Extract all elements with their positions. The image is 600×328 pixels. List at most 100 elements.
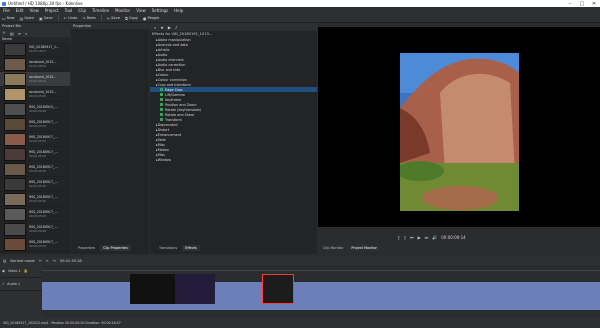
clip-item[interactable]: IMG_20180917_... 00:00:05:00 [0, 177, 70, 192]
menu-view[interactable]: View [29, 8, 39, 13]
clip-thumbnail [4, 207, 26, 221]
clip-item[interactable]: IMG_20180917_... 00:00:05:00 [0, 222, 70, 237]
clip-duration: 00:00:05:00 [29, 184, 47, 188]
menu-project[interactable]: Project [45, 8, 59, 13]
audio-icon[interactable]: ♪ [175, 25, 178, 30]
new-button[interactable]: ▭ New [2, 16, 15, 21]
select-icon[interactable]: ↖ [46, 259, 49, 263]
star-icon[interactable]: ★ [160, 25, 164, 30]
effect-label: Misc [157, 152, 166, 157]
save-button[interactable]: ▣ Save [39, 16, 53, 21]
zone-out-icon[interactable]: ⟧ [404, 235, 406, 240]
clip-thumbnail [4, 57, 26, 71]
maximize-icon[interactable]: □ [576, 1, 588, 7]
search-icon[interactable]: ⌕ [154, 25, 156, 30]
timeline-timecode[interactable]: 00:01:35:18 [60, 259, 82, 263]
track-icon[interactable]: ▤ [3, 259, 6, 263]
menu-settings[interactable]: Settings [152, 8, 168, 13]
open-button[interactable]: ▤ Open [20, 16, 34, 21]
volume-icon[interactable]: 🔊 [432, 235, 437, 240]
timeline-ruler[interactable] [42, 265, 600, 271]
monitor-screen[interactable] [318, 27, 600, 227]
video-icon[interactable]: ▶ [168, 25, 171, 30]
effect-icon [160, 93, 163, 96]
clip-item[interactable]: IMG_20180917_... 00:00:05:00 [0, 147, 70, 162]
clip-item[interactable]: rocsbund_1015... 00:00:05:00 [0, 72, 70, 87]
tab-clip-properties[interactable]: Clip Properties [100, 245, 131, 251]
clip-item[interactable]: IMG_20180917_... 00:00:05:00 [0, 207, 70, 222]
track-header-video1[interactable]: ◉ Video 1 🔒 [0, 265, 42, 278]
track-name: Audio 1 [7, 282, 21, 286]
menu-timeline[interactable]: Timeline [92, 8, 109, 13]
lock-icon[interactable]: 🔒 [24, 269, 28, 273]
effect-label: Alpha manipulation [157, 37, 191, 42]
redo-icon: ↷ [82, 15, 86, 21]
close-icon[interactable]: ✕ [588, 1, 600, 7]
effect-label: Colour [157, 72, 169, 77]
effect-icon [160, 108, 163, 111]
effect-label: Colour correction [157, 77, 187, 82]
copy-button[interactable]: ⧉ Copy [125, 16, 138, 21]
effect-label: Audio channels [157, 57, 184, 62]
menu-monitor[interactable]: Monitor [115, 8, 130, 13]
minimize-icon[interactable]: – [564, 1, 576, 7]
clip-item[interactable]: IMG_20180917_... 00:00:05:00 [0, 162, 70, 177]
save2-button[interactable]: ✂ Save [107, 16, 120, 21]
effect-label: Window [157, 157, 172, 162]
menu-file[interactable]: File [3, 8, 10, 13]
tab-properties[interactable]: Properties [75, 245, 98, 251]
eye-icon[interactable]: ◉ [2, 269, 5, 273]
menu-clip[interactable]: Clip [78, 8, 86, 13]
tab-project-monitor[interactable]: Project Monitor [348, 245, 380, 251]
clip-video-selected[interactable] [262, 274, 294, 304]
monitor-timecode[interactable]: 00:00:09:14 [441, 235, 465, 240]
redo-button[interactable]: ↷ Redo [82, 16, 95, 21]
forward-icon[interactable]: ⏭ [425, 235, 429, 240]
cut-icon[interactable]: ✂ [39, 259, 42, 263]
spacer-icon[interactable]: ↔ [53, 259, 56, 263]
clip-item[interactable]: rocsbund_1015... 00:00:08:09 [0, 57, 70, 72]
clip-thumbnail [4, 162, 26, 176]
folder-icon[interactable]: ▤ [10, 31, 14, 36]
tab-transitions[interactable]: Transitions [156, 245, 180, 251]
clip-item[interactable]: rocsbund_1015... 00:00:05:00 [0, 87, 70, 102]
window-title: Untitled / HD 1080p 30 fps - Kdenlive [8, 1, 83, 6]
clip-item[interactable]: VID_20180917_1... 00:00:16:07 [0, 42, 70, 57]
clip-thumbnail [4, 132, 26, 146]
clip-item[interactable]: IMG_20180915_... 00:00:05:00 [0, 102, 70, 117]
list-view-icon[interactable]: ≡ [18, 31, 21, 36]
mute-icon[interactable]: ♪ [2, 282, 4, 286]
search-icon[interactable]: ⌕ [25, 31, 27, 36]
tab-effects[interactable]: Effects [182, 245, 200, 251]
clip-list: VID_20180917_1... 00:00:16:07 rocsbund_101… [0, 42, 70, 252]
menu-tool[interactable]: Tool [65, 8, 73, 13]
clip-item[interactable]: IMG_20180917_... 00:00:05:00 [0, 132, 70, 147]
clip-duration: 00:00:05:00 [29, 109, 47, 113]
zone-in-icon[interactable]: ⟦ [398, 235, 400, 240]
video-track-1[interactable] [42, 272, 600, 312]
render-icon: ● [142, 15, 147, 21]
window-titlebar: Untitled / HD 1080p 30 fps - Kdenlive – … [0, 0, 600, 7]
effect-category[interactable]: ▸ Window [150, 157, 317, 162]
people-button[interactable]: ● People [143, 16, 159, 21]
menu-view2[interactable]: View [136, 8, 146, 13]
add-clip-icon[interactable]: ＋ [2, 30, 6, 36]
clip-thumbnail [4, 117, 26, 131]
rewind-icon[interactable]: ⏮ [410, 235, 414, 240]
menu-help[interactable]: Help [174, 8, 183, 13]
undo-button[interactable]: ↶ Undo [64, 16, 78, 21]
effect-icon [160, 113, 163, 116]
edit-mode-select[interactable]: Normal mode [10, 259, 34, 263]
clip-item[interactable]: IMG_20180917_... 00:00:05:00 [0, 117, 70, 132]
play-icon[interactable]: ▶ [418, 235, 421, 240]
track-header-audio1[interactable]: ♪ Audio 1 [0, 278, 42, 291]
clip-video-1[interactable] [130, 274, 175, 304]
effect-label: Misc [157, 142, 166, 147]
clip-duration: 00:00:05:00 [29, 154, 47, 158]
clip-video-2[interactable] [175, 274, 215, 304]
tab-clip-monitor[interactable]: Clip Monitor [320, 245, 346, 251]
clip-item[interactable]: IMG_20180917_... 00:00:05:00 [0, 237, 70, 252]
menu-edit[interactable]: Edit [16, 8, 24, 13]
clip-item[interactable]: IMG_20180917_... 00:00:05:00 [0, 192, 70, 207]
effect-label: Deprecated [157, 122, 178, 127]
